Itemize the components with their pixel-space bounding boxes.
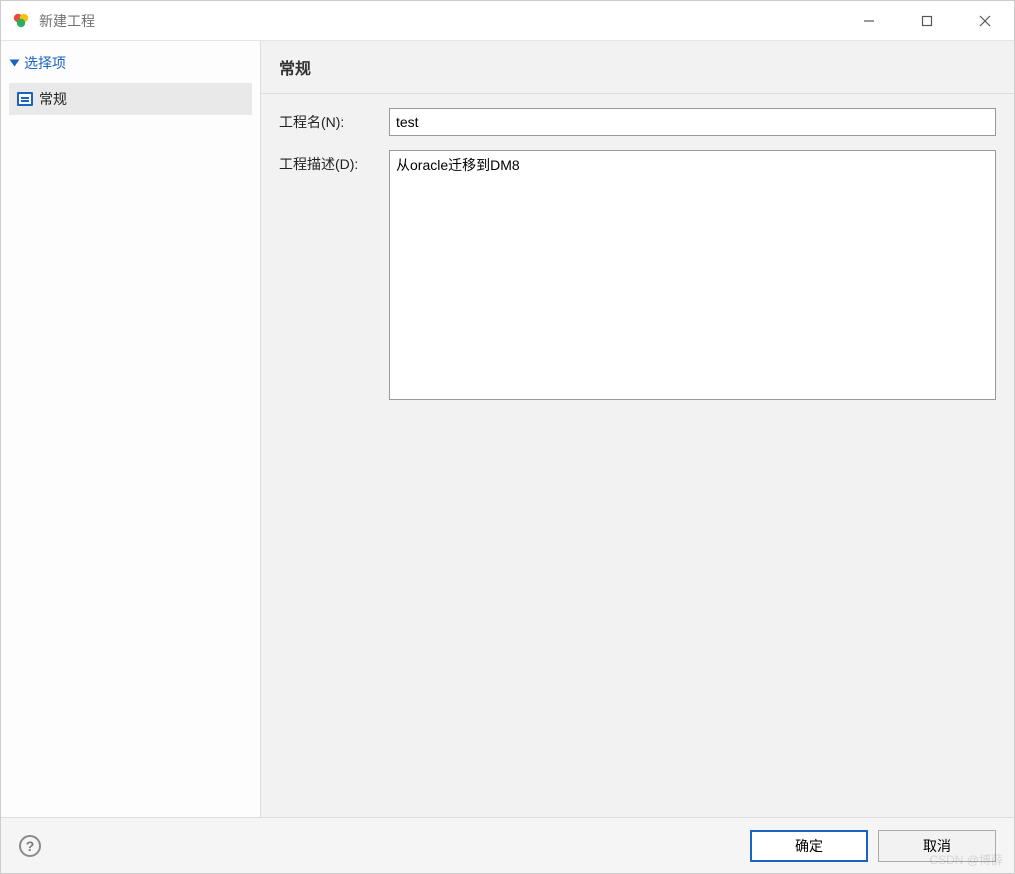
panel-heading: 常规 bbox=[261, 41, 1014, 94]
window-title: 新建工程 bbox=[39, 11, 840, 31]
cancel-button[interactable]: 取消 bbox=[878, 830, 996, 862]
dialog-footer: ? 确定 取消 bbox=[1, 817, 1014, 873]
sidebar-item-label: 常规 bbox=[39, 89, 67, 109]
sidebar: 选择项 常规 bbox=[1, 41, 261, 817]
project-name-input[interactable] bbox=[389, 108, 996, 136]
maximize-button[interactable] bbox=[898, 1, 956, 40]
minimize-button[interactable] bbox=[840, 1, 898, 40]
sidebar-group-options[interactable]: 选择项 bbox=[7, 49, 254, 77]
panel-body: 工程名(N): 工程描述(D): bbox=[261, 94, 1014, 817]
help-button[interactable]: ? bbox=[19, 835, 41, 857]
content-panel: 常规 工程名(N): 工程描述(D): bbox=[261, 41, 1014, 817]
help-icon-glyph: ? bbox=[26, 838, 35, 854]
project-name-label: 工程名(N): bbox=[279, 108, 389, 136]
form-icon bbox=[17, 92, 33, 106]
project-desc-label: 工程描述(D): bbox=[279, 150, 389, 403]
ok-button[interactable]: 确定 bbox=[750, 830, 868, 862]
project-desc-textarea[interactable] bbox=[389, 150, 996, 400]
close-button[interactable] bbox=[956, 1, 1014, 40]
main-area: 选择项 常规 常规 工程名(N): 工程描述(D): bbox=[1, 41, 1014, 817]
app-icon bbox=[11, 11, 31, 31]
sidebar-group-label: 选择项 bbox=[24, 53, 66, 73]
window-controls bbox=[840, 1, 1014, 40]
row-project-name: 工程名(N): bbox=[279, 108, 996, 136]
chevron-down-icon bbox=[10, 60, 20, 67]
titlebar: 新建工程 bbox=[1, 1, 1014, 41]
row-project-desc: 工程描述(D): bbox=[279, 150, 996, 403]
sidebar-item-general[interactable]: 常规 bbox=[9, 83, 252, 115]
